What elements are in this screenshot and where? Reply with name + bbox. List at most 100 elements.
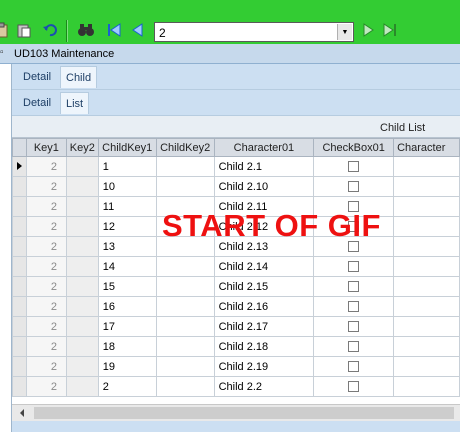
column-header[interactable]: CheckBox01 (313, 138, 395, 157)
cell-childkey1[interactable]: 10 (97, 176, 157, 197)
undo-icon[interactable] (40, 20, 60, 40)
cell-character01[interactable]: Child 2.14 (213, 256, 315, 277)
cell-key2[interactable] (65, 176, 99, 197)
table-row[interactable]: 2 17 Child 2.17 (12, 316, 460, 337)
cell-childkey2[interactable] (155, 156, 215, 177)
cell-key1[interactable]: 2 (25, 156, 67, 177)
checkbox[interactable] (348, 341, 360, 353)
checkbox[interactable] (348, 161, 360, 173)
row-selector[interactable] (12, 196, 27, 217)
cell-childkey1[interactable]: 14 (97, 256, 157, 277)
cell-character01[interactable]: Child 2.10 (213, 176, 315, 197)
cell-childkey1[interactable]: 11 (97, 196, 157, 217)
paste-icon[interactable] (14, 20, 34, 40)
table-row[interactable]: 2 16 Child 2.16 (12, 296, 460, 317)
cell-key2[interactable] (65, 156, 99, 177)
cell-childkey1[interactable]: 13 (97, 236, 157, 257)
row-selector[interactable] (12, 156, 27, 177)
cell-key2[interactable] (65, 256, 99, 277)
window-pin-icon[interactable]: ▫ (0, 47, 4, 58)
cell-key2[interactable] (65, 196, 99, 217)
cell-character01[interactable]: Child 2.17 (213, 316, 315, 337)
checkbox[interactable] (348, 281, 360, 293)
cell-checkbox01[interactable] (313, 356, 395, 377)
cell-character01[interactable]: Child 2.2 (213, 376, 315, 397)
tab-detail[interactable]: Detail (18, 66, 56, 88)
cell-checkbox01[interactable] (313, 276, 395, 297)
cell-childkey1[interactable]: 15 (97, 276, 157, 297)
cell-key1[interactable]: 2 (25, 316, 67, 337)
cell-character[interactable] (393, 376, 460, 397)
cell-key1[interactable]: 2 (25, 176, 67, 197)
row-selector[interactable] (12, 276, 27, 297)
cell-character01[interactable]: Child 2.19 (213, 356, 315, 377)
cell-key2[interactable] (65, 236, 99, 257)
cell-checkbox01[interactable] (313, 296, 395, 317)
cell-character[interactable] (393, 336, 460, 357)
table-row[interactable]: 2 18 Child 2.18 (12, 336, 460, 357)
scroll-left-icon[interactable] (20, 409, 24, 417)
checkbox[interactable] (348, 181, 360, 193)
cell-key2[interactable] (65, 276, 99, 297)
cell-key1[interactable]: 2 (25, 216, 67, 237)
cell-key1[interactable]: 2 (25, 276, 67, 297)
cell-key1[interactable]: 2 (25, 236, 67, 257)
cell-childkey2[interactable] (155, 316, 215, 337)
previous-record-icon[interactable] (128, 20, 148, 40)
cell-key1[interactable]: 2 (25, 256, 67, 277)
table-row[interactable]: 2 14 Child 2.14 (12, 256, 460, 277)
cell-checkbox01[interactable] (313, 336, 395, 357)
table-row[interactable]: 2 10 Child 2.10 (12, 176, 460, 197)
cell-childkey2[interactable] (155, 336, 215, 357)
next-record-icon[interactable] (358, 20, 378, 40)
column-header[interactable]: Key2 (65, 138, 99, 157)
checkbox[interactable] (348, 381, 360, 393)
table-row[interactable]: 2 15 Child 2.15 (12, 276, 460, 297)
cell-childkey1[interactable]: 16 (97, 296, 157, 317)
row-selector[interactable] (12, 376, 27, 397)
row-selector[interactable] (12, 236, 27, 257)
cell-childkey1[interactable]: 17 (97, 316, 157, 337)
checkbox[interactable] (348, 301, 360, 313)
tab-child[interactable]: Child (60, 66, 98, 88)
cell-key1[interactable]: 2 (25, 376, 67, 397)
row-selector[interactable] (12, 296, 27, 317)
cell-character01[interactable]: Child 2.15 (213, 276, 315, 297)
cell-checkbox01[interactable] (313, 156, 395, 177)
cell-character[interactable] (393, 316, 460, 337)
cell-checkbox01[interactable] (313, 256, 395, 277)
column-header[interactable]: Key1 (25, 138, 67, 157)
table-row[interactable]: 2 19 Child 2.19 (12, 356, 460, 377)
cell-key2[interactable] (65, 376, 99, 397)
tab-list[interactable]: List (60, 92, 90, 114)
cell-character[interactable] (393, 296, 460, 317)
chevron-down-icon[interactable]: ▼ (337, 24, 352, 40)
row-selector[interactable] (12, 256, 27, 277)
row-selector[interactable] (12, 216, 27, 237)
column-header[interactable]: ChildKey1 (97, 138, 157, 157)
child-list-grid[interactable]: Child List Key1 Key2 ChildKey1 ChildKey2… (12, 116, 460, 408)
cell-key1[interactable]: 2 (25, 356, 67, 377)
cell-character[interactable] (393, 356, 460, 377)
cell-childkey2[interactable] (155, 176, 215, 197)
cell-checkbox01[interactable] (313, 176, 395, 197)
cell-childkey2[interactable] (155, 356, 215, 377)
last-record-icon[interactable] (380, 20, 400, 40)
cell-childkey2[interactable] (155, 256, 215, 277)
cell-character[interactable] (393, 156, 460, 177)
row-selector[interactable] (12, 176, 27, 197)
checkbox[interactable] (348, 361, 360, 373)
cell-childkey1[interactable]: 19 (97, 356, 157, 377)
cell-childkey1[interactable]: 2 (97, 376, 157, 397)
row-selector[interactable] (12, 336, 27, 357)
cell-character01[interactable]: Child 2.16 (213, 296, 315, 317)
cell-childkey2[interactable] (155, 376, 215, 397)
cell-key2[interactable] (65, 216, 99, 237)
tab-sub-detail[interactable]: Detail (18, 92, 56, 114)
cell-character[interactable] (393, 256, 460, 277)
cell-checkbox01[interactable] (313, 376, 395, 397)
cell-character01[interactable]: Child 2.1 (213, 156, 315, 177)
binoculars-icon[interactable] (76, 20, 96, 40)
cell-character[interactable] (393, 216, 460, 237)
cell-key1[interactable]: 2 (25, 196, 67, 217)
